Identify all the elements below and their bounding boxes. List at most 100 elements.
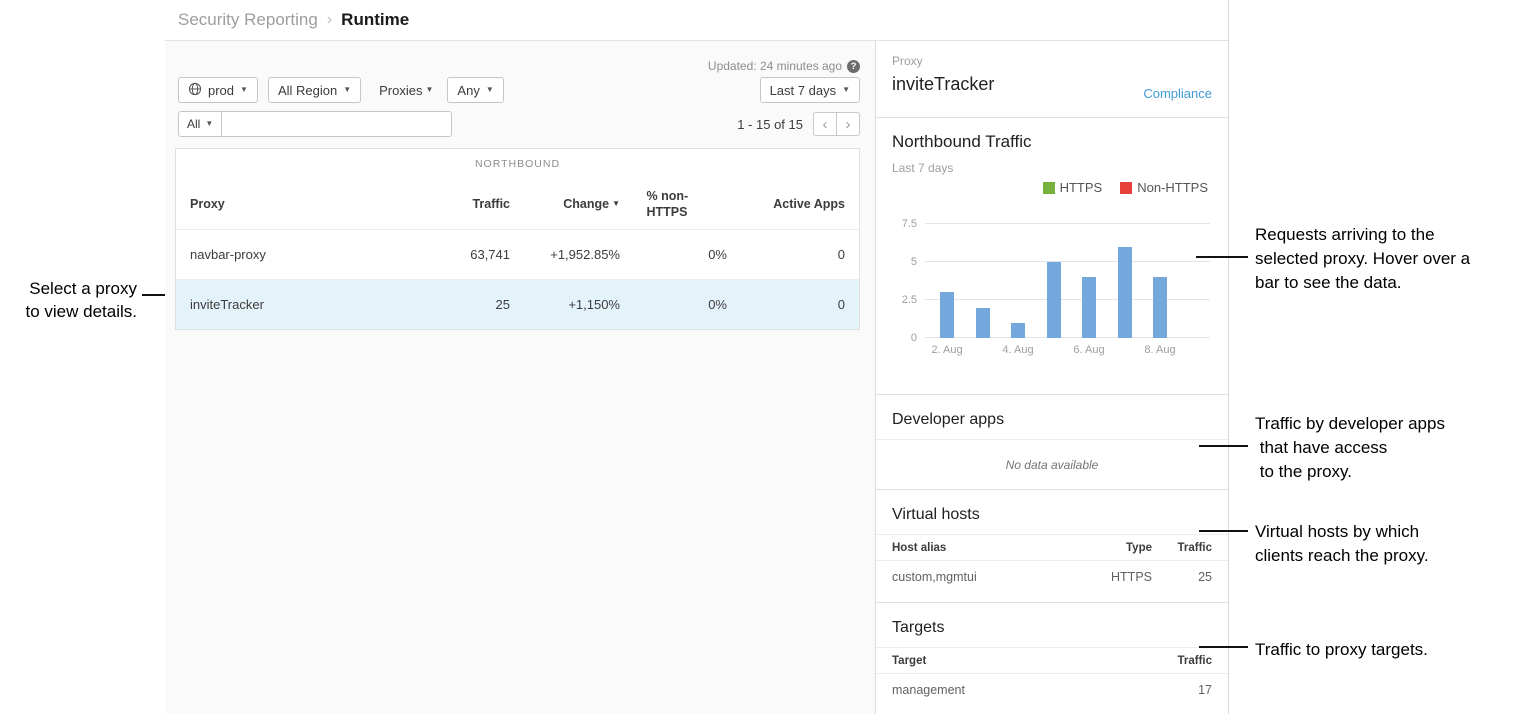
- developer-apps-title: Developer apps: [876, 395, 1228, 440]
- next-page-button[interactable]: ›: [836, 112, 860, 136]
- vh-host-alias-value: custom,mgmtui: [892, 570, 1082, 584]
- table-cell: 0: [727, 247, 845, 262]
- chart-bar[interactable]: [1082, 277, 1096, 338]
- legend-https-swatch: [1043, 182, 1055, 194]
- chart-gridline: [925, 261, 1210, 262]
- column-header-change[interactable]: Change ▼: [510, 197, 620, 211]
- any-filter-label: Any: [457, 83, 479, 98]
- chart-y-tick: 5: [911, 256, 917, 268]
- callout-line-targets: [1199, 646, 1248, 648]
- virtual-hosts-section: Virtual hosts Host alias Type Traffic cu…: [876, 490, 1228, 603]
- table-row[interactable]: inviteTracker25+1,150%0%0: [176, 279, 859, 329]
- date-range-dropdown[interactable]: Last 7 days ▼: [760, 77, 860, 103]
- chart-gridline: [925, 223, 1210, 224]
- chart-bar[interactable]: [1118, 247, 1132, 338]
- callout-line-developer-apps: [1199, 445, 1248, 447]
- vh-column-host-alias: Host alias: [892, 542, 1082, 554]
- table-cell: 0: [727, 297, 845, 312]
- developer-apps-section: Developer apps No data available: [876, 395, 1228, 490]
- app-window: Security Reporting › Runtime Updated: 24…: [165, 0, 1229, 714]
- developer-apps-empty-text: No data available: [876, 440, 1228, 472]
- detail-header: Proxy inviteTracker Compliance: [876, 41, 1228, 118]
- table-cell: +1,150%: [510, 297, 620, 312]
- virtual-hosts-title: Virtual hosts: [876, 490, 1228, 535]
- chart-bar[interactable]: [1011, 323, 1025, 338]
- search-toolbar: All ▼ 1 - 15 of 15 ‹ ›: [178, 111, 860, 137]
- targets-title: Targets: [876, 603, 1228, 648]
- table-cell: inviteTracker: [190, 297, 385, 312]
- target-row[interactable]: management 17: [876, 674, 1228, 706]
- table-cell: navbar-proxy: [190, 247, 385, 262]
- legend-item-https: HTTPS: [1043, 180, 1103, 195]
- chart-bar[interactable]: [940, 292, 954, 338]
- legend-item-non-https: Non-HTTPS: [1120, 180, 1208, 195]
- virtual-host-row[interactable]: custom,mgmtui HTTPS 25: [876, 561, 1228, 593]
- column-header-proxy[interactable]: Proxy: [190, 197, 385, 211]
- chart-y-tick: 0: [911, 332, 917, 344]
- vh-column-traffic: Traffic: [1152, 542, 1212, 554]
- northbound-traffic-section: Northbound Traffic Last 7 days HTTPS Non…: [876, 118, 1228, 395]
- chart-x-tick: 6. Aug: [1073, 344, 1104, 356]
- chart-bar[interactable]: [976, 308, 990, 338]
- column-header-non-https[interactable]: % non-HTTPS: [620, 188, 727, 221]
- table-header-row: Proxy Traffic Change ▼ % non-HTTPS Activ…: [176, 179, 859, 229]
- chevron-down-icon: ▼: [240, 86, 248, 94]
- updated-text: Updated: 24 minutes ago: [708, 59, 842, 73]
- column-header-traffic[interactable]: Traffic: [385, 197, 510, 211]
- northbound-traffic-subtitle: Last 7 days: [892, 161, 1212, 175]
- chart-legend: HTTPS Non-HTTPS: [1043, 180, 1208, 195]
- page: Select a proxy to view details. Security…: [0, 0, 1516, 714]
- sort-desc-icon: ▼: [612, 200, 620, 208]
- target-column-target: Target: [892, 655, 1152, 667]
- breadcrumb-separator-icon: ›: [327, 11, 332, 29]
- any-filter-dropdown[interactable]: Any ▼: [447, 77, 503, 103]
- table-row[interactable]: navbar-proxy63,741+1,952.85%0%0: [176, 229, 859, 279]
- help-icon[interactable]: ?: [847, 60, 860, 73]
- proxy-list-panel: Updated: 24 minutes ago ? prod ▼: [165, 41, 875, 714]
- table-cell: 0%: [620, 297, 727, 312]
- annotation-virtual-hosts: Virtual hosts by which clients reach the…: [1255, 520, 1429, 568]
- vh-traffic-value: 25: [1152, 570, 1212, 584]
- chart-x-tick: 2. Aug: [931, 344, 962, 356]
- compliance-link[interactable]: Compliance: [1143, 86, 1212, 101]
- legend-non-https-label: Non-HTTPS: [1137, 180, 1208, 195]
- chevron-down-icon: ▼: [343, 86, 351, 94]
- breadcrumb-current: Runtime: [341, 10, 409, 30]
- table-cell: 25: [385, 297, 510, 312]
- proxies-dropdown[interactable]: Proxies ▼: [377, 77, 435, 103]
- target-traffic-value: 17: [1152, 683, 1212, 697]
- environment-dropdown[interactable]: prod ▼: [178, 77, 258, 103]
- change-label: Change: [563, 197, 609, 211]
- chart-bar[interactable]: [1153, 277, 1167, 338]
- chevron-down-icon: ▼: [205, 120, 213, 128]
- chart-y-tick: 2.5: [902, 294, 917, 306]
- target-value: management: [892, 683, 1152, 697]
- vh-column-type: Type: [1082, 542, 1152, 554]
- search-input[interactable]: [222, 111, 452, 137]
- chart-bar[interactable]: [1047, 262, 1061, 338]
- column-header-active-apps[interactable]: Active Apps: [727, 197, 845, 211]
- callout-line-virtual-hosts: [1199, 530, 1248, 532]
- chart-gridline: [925, 299, 1210, 300]
- table-cell: 0%: [620, 247, 727, 262]
- search-scope-label: All: [187, 117, 200, 131]
- chart-x-tick: 4. Aug: [1002, 344, 1033, 356]
- targets-header-row: Target Traffic: [876, 648, 1228, 674]
- chevron-down-icon: ▼: [842, 86, 850, 94]
- table-group-header: NORTHBOUND: [176, 149, 859, 179]
- search-scope-dropdown[interactable]: All ▼: [178, 111, 222, 137]
- annotation-targets: Traffic to proxy targets.: [1255, 638, 1428, 662]
- proxy-table: NORTHBOUND Proxy Traffic Change ▼ % non-…: [175, 148, 860, 330]
- prev-page-button[interactable]: ‹: [813, 112, 837, 136]
- region-dropdown[interactable]: All Region ▼: [268, 77, 361, 103]
- chevron-down-icon: ▼: [486, 86, 494, 94]
- northbound-traffic-title: Northbound Traffic: [892, 132, 1212, 152]
- proxies-label: Proxies: [379, 83, 422, 98]
- non-https-label: % non-HTTPS: [647, 188, 701, 221]
- breadcrumb-parent[interactable]: Security Reporting: [178, 10, 318, 30]
- chart-y-tick: 7.5: [902, 218, 917, 230]
- environment-label: prod: [208, 83, 234, 98]
- annotation-chart: Requests arriving to the selected proxy.…: [1255, 223, 1470, 295]
- chart-plot: 02.557.52. Aug4. Aug6. Aug8. Aug: [925, 224, 1210, 338]
- pagination-info: 1 - 15 of 15: [737, 117, 803, 132]
